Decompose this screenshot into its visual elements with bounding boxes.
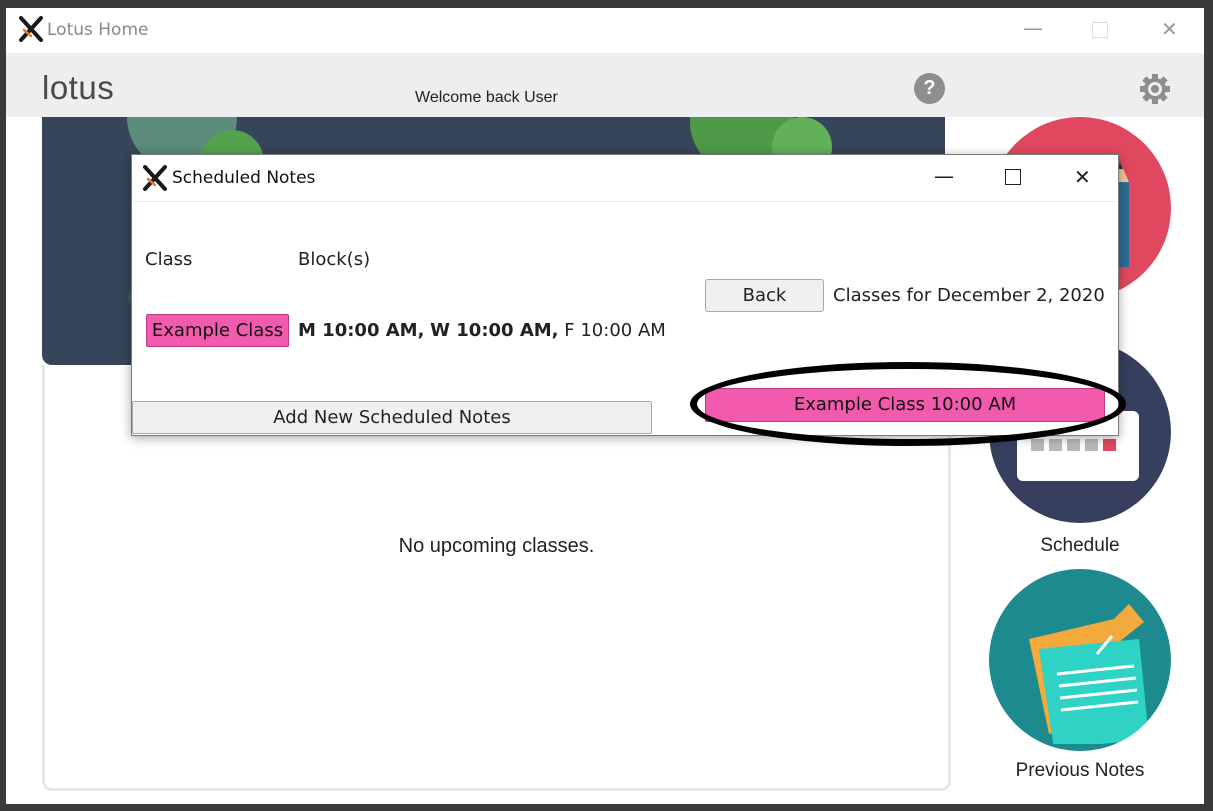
lotus-app-icon [18, 16, 44, 42]
dialog-minimize-button[interactable]: — [934, 166, 954, 186]
schedule-nav-label: Schedule [1040, 535, 1120, 556]
window-title: Lotus Home [47, 20, 149, 40]
close-button[interactable]: ✕ [1161, 19, 1178, 39]
settings-gear-icon[interactable] [1138, 72, 1172, 106]
notes-pin-icon [1009, 594, 1159, 749]
back-button[interactable]: Back [705, 279, 824, 312]
header-bar: lotus Welcome back User ? [6, 53, 1204, 117]
title-bar: Lotus Home — ✕ [6, 8, 1204, 53]
maximize-button[interactable] [1092, 22, 1108, 38]
dialog-title: Scheduled Notes [172, 168, 316, 188]
classes-date-label: Classes for December 2, 2020 [833, 285, 1105, 306]
block-friday-time: 10:00 AM [580, 320, 666, 341]
previous-notes-nav-label: Previous Notes [1015, 760, 1145, 781]
lotus-app-icon [142, 165, 168, 191]
add-scheduled-notes-button[interactable]: Add New Scheduled Notes [132, 401, 652, 434]
blocks-column-header: Block(s) [298, 249, 371, 270]
minimize-button[interactable]: — [1023, 18, 1043, 38]
dialog-maximize-button[interactable] [1005, 169, 1021, 185]
block-wednesday: W 10:00 AM, [430, 320, 559, 341]
class-blocks: M 10:00 AM, W 10:00 AM, F 10:00 AM [298, 320, 666, 341]
dialog-close-button[interactable]: ✕ [1074, 167, 1091, 187]
help-button[interactable]: ? [914, 73, 945, 104]
no-classes-message: No upcoming classes. [398, 535, 595, 557]
class-name-button[interactable]: Example Class [146, 314, 289, 347]
block-friday: F [564, 320, 575, 341]
highlight-annotation [690, 362, 1126, 446]
welcome-message: Welcome back User [415, 89, 558, 106]
dialog-title-divider [132, 201, 1118, 202]
brand-logo: lotus [42, 69, 115, 106]
block-monday: M 10:00 AM, [298, 320, 425, 341]
previous-notes-nav-button[interactable] [989, 569, 1171, 751]
class-column-header: Class [145, 249, 193, 270]
